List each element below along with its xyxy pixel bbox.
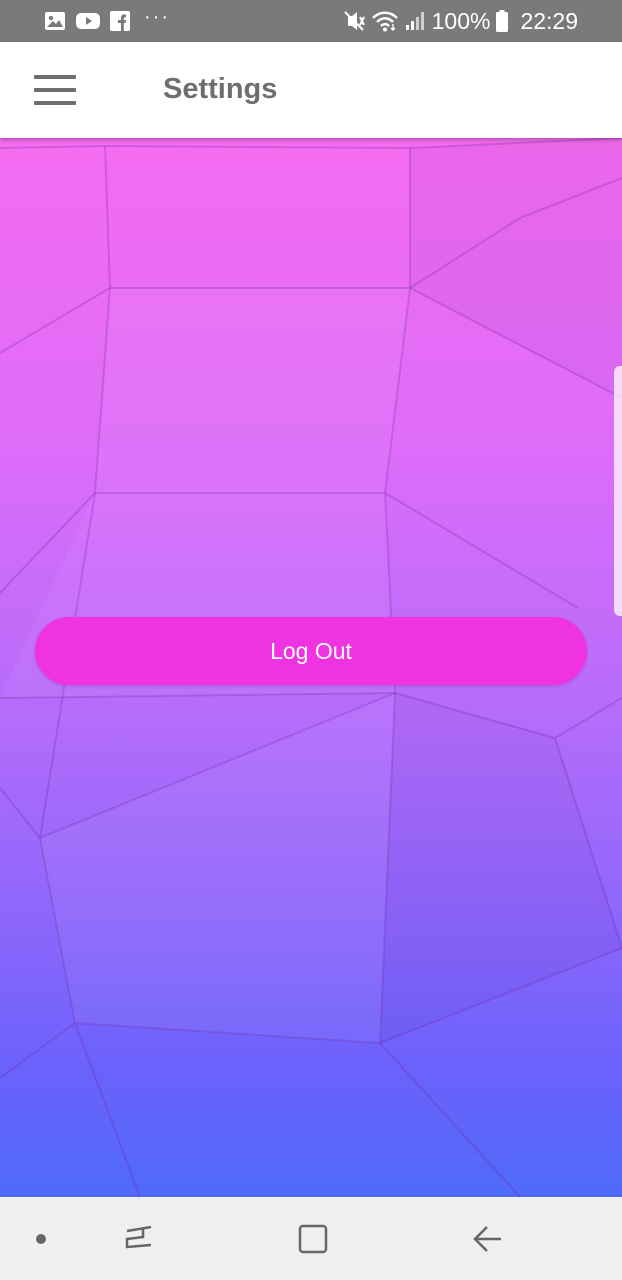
system-status-area: 100% 22:29: [342, 7, 578, 34]
dot-icon[interactable]: [23, 1221, 59, 1257]
battery-icon: [496, 10, 509, 32]
status-bar: ··· 100% 22:29: [0, 0, 622, 42]
wifi-icon: [371, 10, 398, 32]
menu-icon-line: [34, 88, 76, 92]
battery-percentage: 100%: [431, 7, 491, 34]
recent-apps-icon[interactable]: [121, 1221, 157, 1257]
clock: 22:29: [520, 7, 578, 34]
menu-icon-line: [34, 75, 76, 79]
menu-icon[interactable]: [34, 75, 76, 105]
mute-vibrate-icon: [342, 10, 366, 32]
more-notifications-icon: ···: [144, 6, 170, 28]
back-icon[interactable]: [469, 1221, 505, 1257]
app-bar: Settings: [0, 42, 622, 138]
menu-icon-line: [34, 101, 76, 105]
gallery-icon: [44, 11, 66, 31]
youtube-icon: [76, 12, 100, 30]
edge-panel-handle[interactable]: [614, 366, 622, 616]
home-icon[interactable]: [295, 1221, 331, 1257]
settings-content: Log Out: [0, 138, 622, 1197]
navigation-bar: [0, 1197, 622, 1280]
notification-area: ···: [44, 7, 170, 31]
logout-button[interactable]: Log Out: [35, 617, 587, 685]
signal-icon: [404, 11, 426, 31]
facebook-icon: [110, 11, 130, 31]
page-title: Settings: [163, 73, 278, 105]
settings-screen: ··· 100% 22:29 Settings Log Out: [0, 0, 622, 1280]
